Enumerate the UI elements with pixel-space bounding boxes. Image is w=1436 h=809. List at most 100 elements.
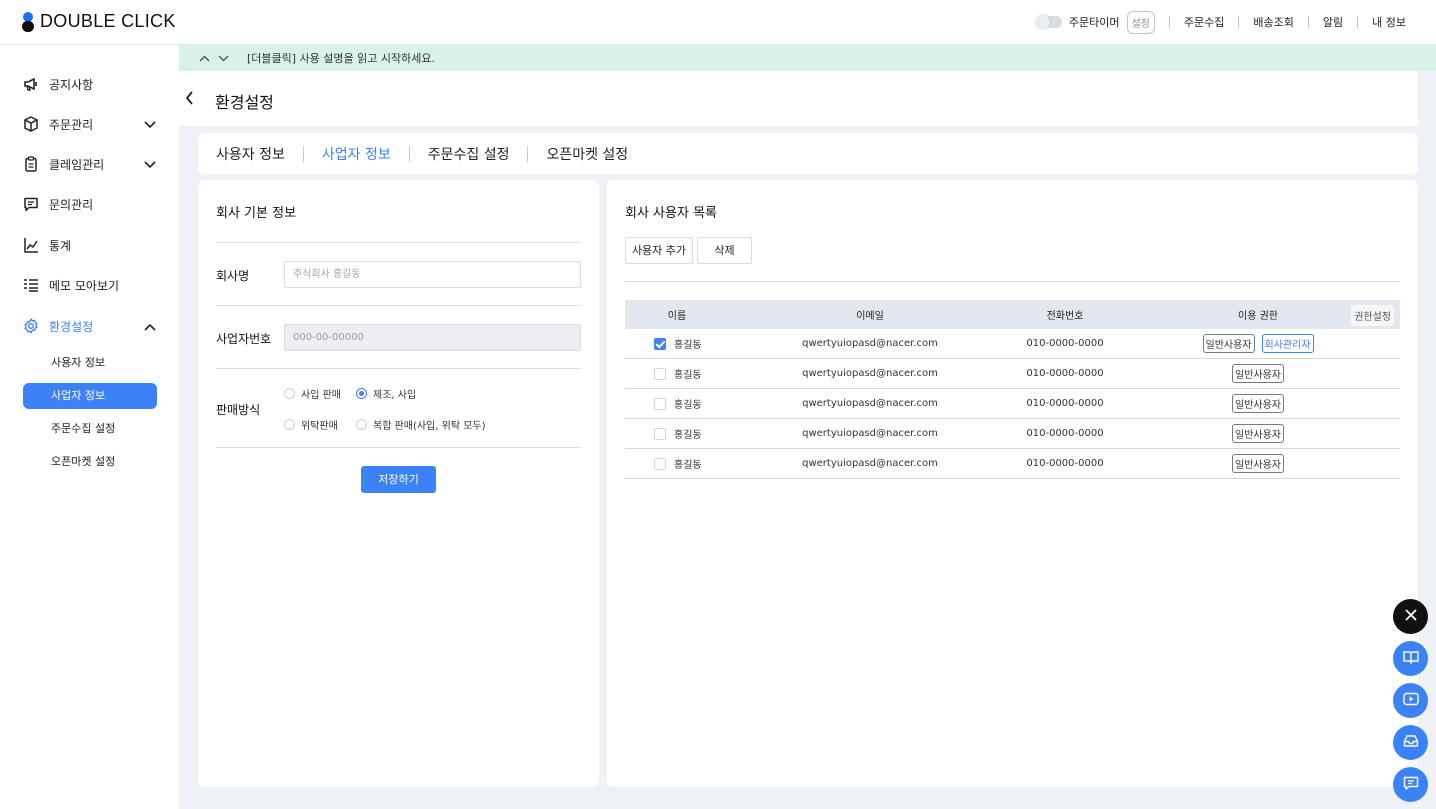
sidebar-item-label: 공지사항 bbox=[49, 77, 94, 92]
row-email: qwertyuiopasd@nacer.com bbox=[802, 458, 938, 469]
row-email: qwertyuiopasd@nacer.com bbox=[802, 428, 938, 439]
table-row[interactable]: 홍길동 qwertyuiopasd@nacer.com 010-0000-000… bbox=[625, 389, 1400, 419]
row-name: 홍길동 bbox=[674, 430, 702, 441]
close-fab-button[interactable] bbox=[1393, 599, 1428, 634]
sidebar-sub-business-info[interactable]: 사업자 정보 bbox=[23, 383, 157, 409]
nav-link-my-info[interactable]: 내 정보 bbox=[1372, 14, 1406, 30]
divider bbox=[216, 368, 581, 369]
sidebar-item-notice[interactable]: 공지사항 bbox=[22, 73, 162, 95]
company-info-panel: 회사 기본 정보 회사명 주식회사 홍길동 사업자번호 000-00-00000… bbox=[198, 180, 599, 787]
divider bbox=[216, 305, 581, 306]
table-row[interactable]: 홍길동 qwertyuiopasd@nacer.com 010-0000-000… bbox=[625, 449, 1400, 479]
sidebar-item-stats[interactable]: 통계 bbox=[22, 234, 162, 256]
row-checkbox[interactable] bbox=[654, 457, 666, 470]
inbox-fab-button[interactable] bbox=[1393, 725, 1428, 760]
radio-label: 제조, 사입 bbox=[373, 390, 417, 401]
chevron-down-icon[interactable] bbox=[218, 52, 229, 65]
tab-user-info[interactable]: 사용자 정보 bbox=[216, 144, 285, 164]
nav-link-notifications[interactable]: 알림 bbox=[1323, 14, 1343, 30]
back-arrow-icon[interactable] bbox=[185, 91, 195, 108]
radio-label: 위탁판매 bbox=[301, 421, 338, 432]
sales-method-label: 판매방식 bbox=[216, 403, 261, 417]
memo-list-icon bbox=[22, 276, 40, 294]
radio-label: 사입 판매 bbox=[301, 390, 341, 401]
tab-order-collect-settings[interactable]: 주문수집 설정 bbox=[428, 144, 510, 164]
chat-fab-button[interactable] bbox=[1393, 767, 1428, 802]
guide-fab-button[interactable] bbox=[1393, 641, 1428, 676]
sidebar-item-inquiries[interactable]: 문의관리 bbox=[22, 193, 162, 215]
tab-business-info[interactable]: 사업자 정보 bbox=[322, 144, 391, 164]
top-nav: 주문타이머 설정 주문수집 배송조회 알림 내 정보 bbox=[1035, 10, 1406, 34]
video-fab-button[interactable] bbox=[1393, 683, 1428, 718]
nav-link-order-collect[interactable]: 주문수집 bbox=[1184, 14, 1224, 30]
order-timer-toggle[interactable] bbox=[1035, 15, 1062, 29]
header-name: 이름 bbox=[667, 311, 687, 322]
tab-open-market-settings[interactable]: 오픈마켓 설정 bbox=[546, 144, 628, 164]
row-checkbox[interactable] bbox=[654, 367, 666, 380]
sidebar-sub-open-market-settings[interactable]: 오픈마켓 설정 bbox=[23, 449, 157, 475]
notice-text[interactable]: [더블클릭] 사용 설명을 읽고 시작하세요. bbox=[247, 50, 435, 66]
play-icon bbox=[1402, 692, 1419, 709]
table-row[interactable]: 홍길동 qwertyuiopasd@nacer.com 010-0000-000… bbox=[625, 359, 1400, 389]
delete-user-button[interactable]: 삭제 bbox=[697, 237, 752, 264]
top-bar: DOUBLE CLICK 주문타이머 설정 주문수집 배송조회 알림 내 정보 bbox=[0, 0, 1436, 45]
radio-circle[interactable] bbox=[356, 419, 367, 430]
page-title: 환경설정 bbox=[215, 93, 274, 112]
header-email: 이메일 bbox=[856, 311, 884, 322]
close-icon bbox=[1404, 609, 1417, 624]
radio-purchase-sale[interactable]: 사입 판매 bbox=[284, 386, 341, 401]
save-button[interactable]: 저장하기 bbox=[361, 466, 436, 493]
divider bbox=[625, 281, 1400, 282]
chevron-up-icon[interactable] bbox=[144, 320, 156, 334]
nav-link-delivery[interactable]: 배송조회 bbox=[1253, 14, 1293, 30]
chat-icon bbox=[1403, 776, 1419, 793]
sidebar-item-orders[interactable]: 주문관리 bbox=[22, 113, 162, 135]
chevron-up-icon[interactable] bbox=[199, 52, 210, 65]
biz-number-input[interactable]: 000-00-00000 bbox=[284, 324, 581, 351]
row-checkbox[interactable] bbox=[654, 427, 666, 440]
table-row[interactable]: 홍길동 qwertyuiopasd@nacer.com 010-0000-000… bbox=[625, 419, 1400, 449]
sidebar-item-label: 주문관리 bbox=[49, 117, 94, 132]
box-icon bbox=[22, 115, 40, 133]
radio-circle[interactable] bbox=[356, 388, 367, 399]
permission-tag: 일반사용자 bbox=[1232, 424, 1284, 443]
radio-circle[interactable] bbox=[284, 419, 295, 430]
row-email: qwertyuiopasd@nacer.com bbox=[802, 368, 938, 379]
row-checkbox[interactable] bbox=[654, 337, 666, 350]
row-name: 홍길동 bbox=[674, 370, 702, 381]
chevron-down-icon[interactable] bbox=[144, 118, 156, 132]
sidebar-item-claims[interactable]: 클레임관리 bbox=[22, 153, 162, 175]
permission-setting-button[interactable]: 권한설정 bbox=[1351, 305, 1394, 326]
sidebar-item-label: 클레임관리 bbox=[49, 157, 105, 172]
company-name-label: 회사명 bbox=[216, 269, 250, 283]
row-permissions: 일반사용자 bbox=[1165, 454, 1351, 473]
company-users-panel: 회사 사용자 목록 사용자 추가 삭제 이름 이메일 전화번호 이용 권한 권한… bbox=[607, 180, 1418, 787]
divider bbox=[527, 145, 529, 162]
sidebar-sub-user-info[interactable]: 사용자 정보 bbox=[23, 350, 157, 376]
sidebar-sub-order-collect-settings[interactable]: 주문수집 설정 bbox=[23, 416, 157, 442]
divider bbox=[1357, 16, 1359, 28]
row-permissions: 일반사용자 bbox=[1165, 364, 1351, 383]
company-name-input[interactable]: 주식회사 홍길동 bbox=[284, 261, 581, 288]
chevron-down-icon[interactable] bbox=[144, 158, 156, 172]
logo[interactable]: DOUBLE CLICK bbox=[22, 11, 176, 32]
row-phone: 010-0000-0000 bbox=[1026, 428, 1104, 439]
row-checkbox[interactable] bbox=[654, 397, 666, 410]
sidebar-item-memos[interactable]: 메모 모아보기 bbox=[22, 274, 162, 296]
header-permission: 이용 권한 bbox=[1238, 311, 1278, 322]
sidebar-item-settings[interactable]: 환경설정 bbox=[22, 315, 162, 337]
sidebar-item-label: 환경설정 bbox=[49, 319, 94, 334]
order-timer-setting-button[interactable]: 설정 bbox=[1126, 10, 1155, 34]
radio-mixed-sale[interactable]: 복합 판매(사입, 위탁 모두) bbox=[356, 417, 486, 432]
permission-tag: 일반사용자 bbox=[1232, 394, 1284, 413]
sidebar-item-label: 메모 모아보기 bbox=[49, 278, 120, 293]
radio-consignment-sale[interactable]: 위탁판매 bbox=[284, 417, 338, 432]
divider bbox=[302, 145, 304, 162]
row-phone: 010-0000-0000 bbox=[1026, 398, 1104, 409]
sidebar-item-label: 문의관리 bbox=[49, 197, 94, 212]
radio-manufacture-purchase[interactable]: 제조, 사입 bbox=[356, 386, 416, 401]
row-permissions: 일반사용자 회사관리자 bbox=[1165, 334, 1351, 353]
radio-circle[interactable] bbox=[284, 388, 295, 399]
table-row[interactable]: 홍길동 qwertyuiopasd@nacer.com 010-0000-000… bbox=[625, 329, 1400, 359]
add-user-button[interactable]: 사용자 추가 bbox=[625, 237, 693, 264]
